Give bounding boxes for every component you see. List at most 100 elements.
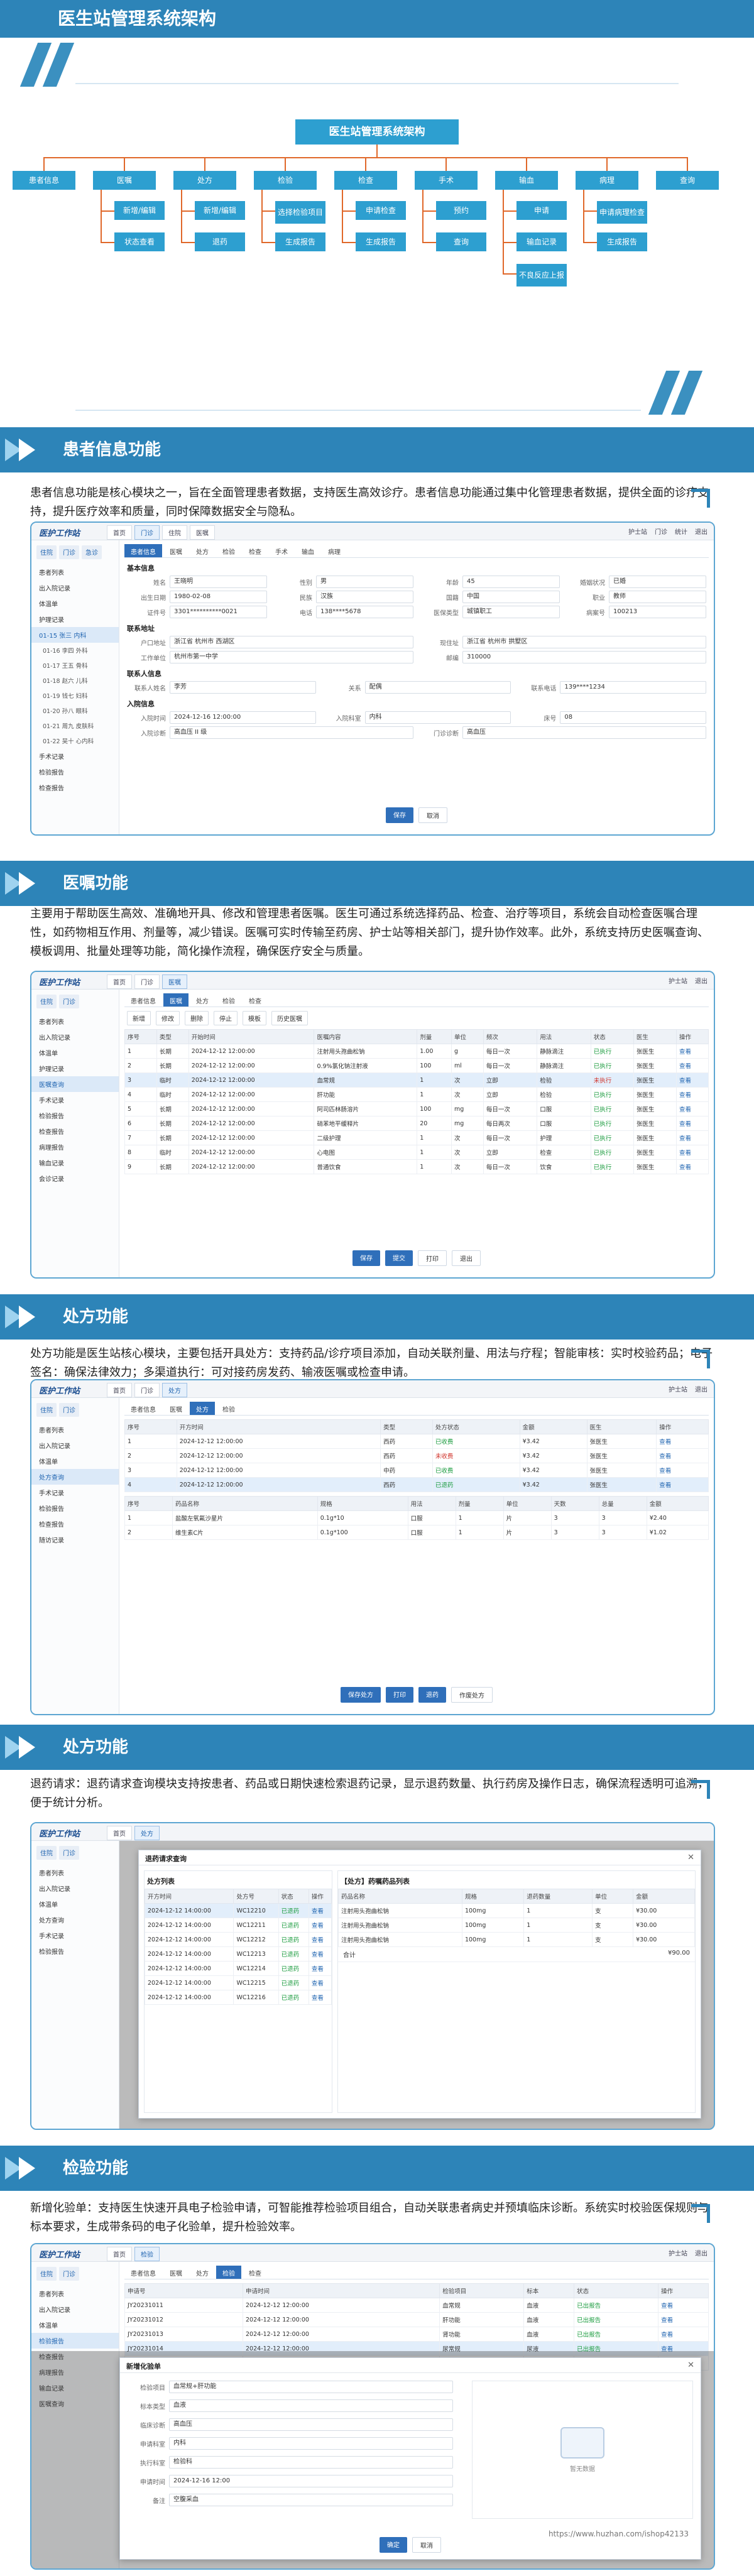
table-cell[interactable]: 查看 <box>308 1918 332 1933</box>
patient-item[interactable]: 01-16 李四 外科 <box>31 643 119 658</box>
sidebar-tab[interactable]: 住院 <box>36 995 57 1008</box>
sidebar-item[interactable]: 出入院记录 <box>31 1438 119 1453</box>
field-input[interactable]: 高血压 II 级 <box>170 726 413 739</box>
table-row[interactable]: 2024-12-12 14:00:00 WC12210 已退药 查看 <box>144 1903 332 1918</box>
menu-item[interactable]: 医嘱 <box>190 525 215 540</box>
table-cell[interactable]: 查看 <box>656 1477 709 1492</box>
table-row[interactable]: 2024-12-12 14:00:00 WC12213 已退药 查看 <box>144 1946 332 1962</box>
table-row[interactable]: 4 2024-12-12 12:00:00 西药 已退药 ¥3.42 张医生 查看 <box>124 1477 709 1492</box>
field-input[interactable]: 已婚 <box>609 576 706 588</box>
table-row[interactable]: 注射用头孢曲松钠 100mg 1 支 ¥30.00 <box>338 1918 695 1933</box>
table-row[interactable]: 2 长期 2024-12-12 12:00:00 0.9%氯化钠注射液 100 ml 每日一… <box>124 1058 709 1073</box>
table-cell[interactable]: 查看 <box>676 1101 709 1116</box>
stop-button[interactable]: 停止 <box>214 1011 238 1025</box>
table-cell[interactable]: 查看 <box>658 2298 709 2313</box>
add-button[interactable]: 新增 <box>127 1011 151 1025</box>
sidebar-item[interactable]: 患者列表 <box>31 2286 119 2301</box>
save-prescription-button[interactable]: 保存处方 <box>341 1687 381 1703</box>
template-button[interactable]: 模板 <box>243 1011 266 1025</box>
right-menu-item[interactable]: 退出 <box>695 1384 708 1394</box>
table-row[interactable]: 7 长期 2024-12-12 12:00:00 二级护理 1 次每日一次 护理 已执行 张医生… <box>124 1130 709 1145</box>
sidebar-tab[interactable]: 门诊 <box>59 2267 79 2281</box>
table-row[interactable]: 9 长期 2024-12-12 12:00:00 普通饮食 1 次每日一次 饮食 已执行 张医生… <box>124 1159 709 1174</box>
patient-item[interactable]: 01-19 钱七 妇科 <box>31 688 119 703</box>
tab-orders[interactable]: 医嘱 <box>163 2266 188 2279</box>
sidebar-tab[interactable]: 住院 <box>36 1846 57 1860</box>
table-row[interactable]: 8 临时 2024-12-12 12:00:00 心电图 1 次立即 检查 已执行 张医生 查看 <box>124 1145 709 1160</box>
tab-surgery[interactable]: 手术 <box>269 544 294 557</box>
table-row[interactable]: 注射用头孢曲松钠 100mg 1 支 ¥30.00 <box>338 1903 695 1918</box>
sidebar-item[interactable]: 处方查询 <box>31 1912 119 1928</box>
menu-item[interactable]: 首页 <box>107 525 132 540</box>
patient-item[interactable]: 01-21 周九 皮肤科 <box>31 718 119 733</box>
sidebar-item[interactable]: 患者列表 <box>31 1013 119 1029</box>
table-row[interactable]: 5 长期 2024-12-12 12:00:00 阿司匹林肠溶片 100 mg 每日一次 口服… <box>124 1101 709 1116</box>
table-row[interactable]: 4 临时 2024-12-12 12:00:00 肝功能 1 次立即 检验 已执行 张医生 查看 <box>124 1087 709 1102</box>
sidebar-item[interactable]: 出入院记录 <box>31 2301 119 2317</box>
sidebar-item[interactable]: 体温单 <box>31 1896 119 1912</box>
table-row[interactable]: 2 维生素C片 0.1g*100 口服 1 片 3 3 ¥1.02 <box>124 1525 709 1540</box>
table-cell[interactable]: 查看 <box>308 1946 332 1962</box>
edit-button[interactable]: 修改 <box>156 1011 180 1025</box>
field-input[interactable]: 中国 <box>462 591 560 603</box>
sidebar-item[interactable]: 出入院记录 <box>31 1880 119 1896</box>
tab-prescription[interactable]: 处方 <box>190 2266 215 2279</box>
sidebar-item[interactable]: 检验报告 <box>31 1108 119 1123</box>
table-cell[interactable]: 查看 <box>308 1990 332 2005</box>
table-cell[interactable]: 查看 <box>308 1903 332 1918</box>
sidebar-item[interactable]: 体温单 <box>31 596 119 611</box>
menu-item[interactable]: 门诊 <box>134 525 160 540</box>
print-button[interactable]: 打印 <box>418 1250 447 1266</box>
sidebar-item[interactable]: 手术记录 <box>31 1092 119 1108</box>
tab-patient[interactable]: 患者信息 <box>124 993 162 1007</box>
field-input[interactable]: 内科 <box>169 2437 453 2450</box>
sidebar-tab[interactable]: 门诊 <box>59 1403 79 1417</box>
sidebar-item[interactable]: 护理记录 <box>31 611 119 627</box>
field-input[interactable]: 血常规+肝功能 <box>169 2381 453 2393</box>
table-row[interactable]: 2024-12-12 14:00:00 WC12216 已退药 查看 <box>144 1990 332 2005</box>
menu-item[interactable]: 处方 <box>134 1826 160 1840</box>
table-cell[interactable]: 查看 <box>308 1975 332 1990</box>
exit-button[interactable]: 退出 <box>452 1250 481 1266</box>
save-button[interactable]: 保存 <box>386 807 413 823</box>
table-row[interactable]: 3 临时 2024-12-12 12:00:00 血常规 1 次立即 检验 未执行 张医生 查看 <box>124 1072 709 1088</box>
table-row[interactable]: 2024-12-12 14:00:00 WC12214 已退药 查看 <box>144 1961 332 1976</box>
field-input[interactable]: 血液 <box>169 2399 453 2412</box>
right-menu-item[interactable]: 护士站 <box>669 976 687 985</box>
table-row[interactable]: 2024-12-12 14:00:00 WC12215 已退药 查看 <box>144 1975 332 1990</box>
sidebar-tab[interactable]: 住院 <box>36 1403 57 1417</box>
sidebar-tab[interactable]: 门诊 <box>59 1846 79 1860</box>
menu-item[interactable]: 检验 <box>134 2247 160 2261</box>
sidebar-item[interactable]: 患者列表 <box>31 1422 119 1438</box>
sidebar-item[interactable]: 患者列表 <box>31 564 119 580</box>
menu-item[interactable]: 处方 <box>162 1383 187 1397</box>
field-input[interactable]: 310000 <box>462 651 706 663</box>
sidebar-item[interactable]: 手术记录 <box>31 1928 119 1943</box>
menu-item[interactable]: 住院 <box>162 525 187 540</box>
field-input[interactable]: 教师 <box>609 591 706 603</box>
sidebar-item[interactable]: 手术记录 <box>31 748 119 764</box>
void-button[interactable]: 作废处方 <box>451 1687 493 1703</box>
table-cell[interactable]: 查看 <box>308 1961 332 1976</box>
menu-item[interactable]: 首页 <box>107 1383 132 1397</box>
table-row[interactable]: 2 2024-12-12 12:00:00 西药 未收费 ¥3.42 张医生 查看 <box>124 1448 709 1463</box>
patient-item[interactable]: 01-17 王五 骨科 <box>31 658 119 673</box>
right-menu-item[interactable]: 退出 <box>695 976 708 985</box>
tab-orders[interactable]: 医嘱 <box>163 544 188 557</box>
table-row[interactable]: JY20231011 2024-12-12 12:00:00 血常规 血液 已出报告 查看 <box>124 2298 709 2313</box>
table-row[interactable]: 2024-12-12 14:00:00 WC12212 已退药 查看 <box>144 1932 332 1947</box>
tab-transfusion[interactable]: 输血 <box>295 544 320 557</box>
cancel-button[interactable]: 取消 <box>418 807 447 823</box>
field-input[interactable]: 2024-12-16 12:00 <box>169 2475 453 2487</box>
table-cell[interactable]: 查看 <box>676 1087 709 1102</box>
sidebar-item[interactable]: 处方查询 <box>31 1469 119 1485</box>
save-button[interactable]: 保存 <box>352 1250 380 1266</box>
table-row[interactable]: 1 长期 2024-12-12 12:00:00 注射用头孢曲松钠 1.00 g 每日一次静… <box>124 1044 709 1059</box>
sidebar-item[interactable]: 体温单 <box>31 1453 119 1469</box>
sidebar-item[interactable]: 出入院记录 <box>31 580 119 596</box>
table-row[interactable]: 1 2024-12-12 12:00:00 西药 已收费 ¥3.42 张医生 查看 <box>124 1434 709 1449</box>
sidebar-item[interactable]: 检验报告 <box>31 1500 119 1516</box>
right-menu-item[interactable]: 护士站 <box>628 527 647 536</box>
field-input[interactable]: 1980-02-08 <box>170 591 267 603</box>
sidebar-item[interactable]: 会诊记录 <box>31 1171 119 1186</box>
